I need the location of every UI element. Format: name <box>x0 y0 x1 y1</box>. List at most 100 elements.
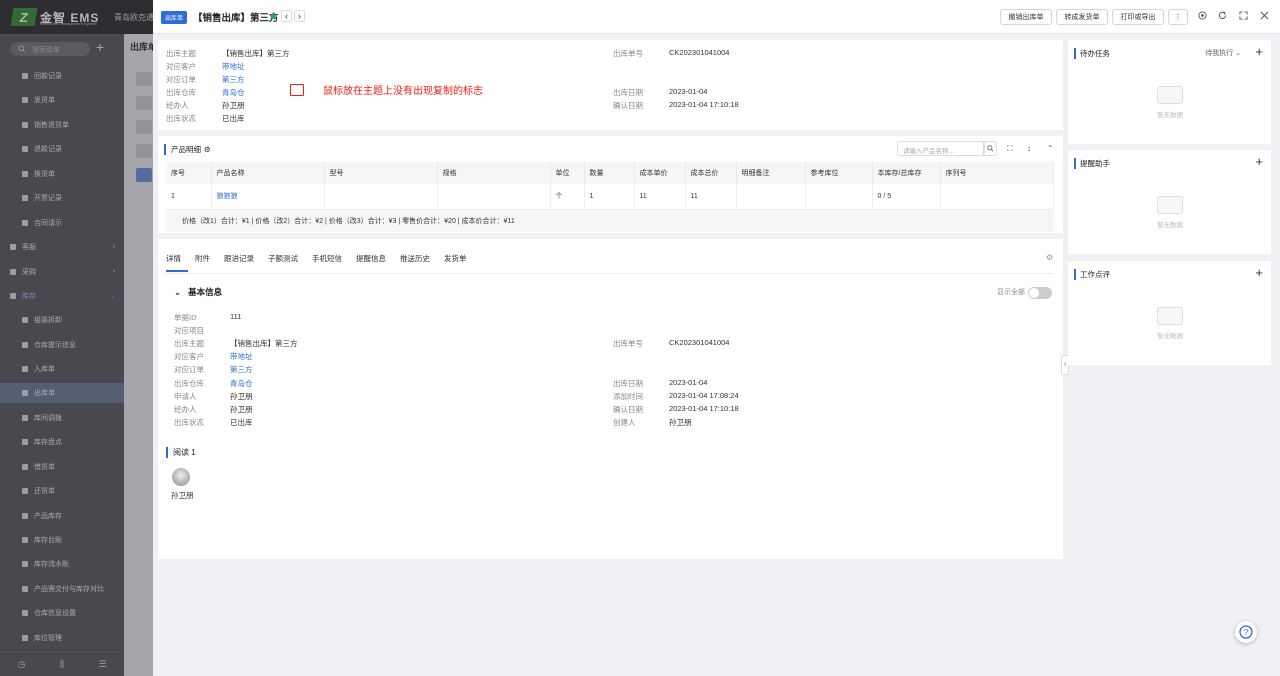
sort-icon[interactable]: ↕ <box>1027 144 1031 153</box>
outbound-no-value: CK202301041004 <box>669 48 730 57</box>
fullscreen-icon[interactable]: ⛶ <box>1007 144 1013 154</box>
confirm-date-value: 2023-01-04 17:10:18 <box>669 404 739 413</box>
prev-record-button[interactable]: ‹ <box>281 10 292 22</box>
revoke-outbound-button[interactable]: 撤销出库单 <box>1000 9 1052 25</box>
column-header: 成本总价 <box>685 162 737 184</box>
help-icon[interactable]: ? <box>1235 621 1257 643</box>
search-icon[interactable] <box>983 141 997 156</box>
applicant-value: 孙卫朋 <box>230 392 253 401</box>
field-label: 经办人 <box>174 405 197 414</box>
section-basic-info[interactable]: ⌄ 基本信息 <box>174 286 222 298</box>
tab-follow-up[interactable]: 跟进记录 <box>217 253 261 272</box>
reminder-title: 提醒助手 <box>1074 158 1110 169</box>
order-link[interactable]: 第三方 <box>230 364 253 375</box>
reader-name: 孙卫朋 <box>171 491 194 500</box>
table-cell <box>736 184 806 210</box>
table-cell <box>324 184 438 210</box>
field-label: 单据ID <box>174 313 197 322</box>
todo-panel: 待办任务 待我执行 ⌄ + 暂无数据 <box>1068 40 1271 144</box>
product-name-link[interactable]: 狼狼狼 <box>211 184 325 210</box>
todo-title: 待办任务 <box>1074 48 1110 59</box>
column-header: 单位 <box>550 162 585 184</box>
field-label: 出库仓库 <box>166 88 196 97</box>
added-time-value: 2023-01-04 17:08:24 <box>669 391 739 400</box>
refresh-icon[interactable] <box>1218 11 1227 22</box>
review-title: 工作点评 <box>1074 269 1110 280</box>
field-label: 出库主题 <box>174 339 204 348</box>
show-all-toggle[interactable] <box>1028 287 1052 299</box>
field-label: 申请人 <box>174 392 197 401</box>
drawer-title: 【销售出库】第三方 <box>193 13 279 24</box>
column-header: 成本单价 <box>634 162 686 184</box>
subject-value[interactable]: 【销售出库】第三方 <box>222 48 290 59</box>
outbound-no-value: CK202301041004 <box>669 338 730 347</box>
column-header: 产品名称 <box>211 162 325 184</box>
tab-delivery[interactable]: 发货单 <box>437 253 474 272</box>
table-cell <box>940 184 1054 210</box>
add-review-button[interactable]: + <box>1255 265 1263 280</box>
status-value: 已出库 <box>230 418 253 427</box>
table-cell <box>805 184 873 210</box>
product-search-input[interactable]: 请输入产品名称... <box>897 141 985 156</box>
reads-title: 阅读 1 <box>166 447 196 458</box>
field-label: 确认日期 <box>613 101 643 110</box>
field-label: 对应订单 <box>166 75 196 84</box>
warehouse-link[interactable]: 青岛仓 <box>222 87 245 98</box>
column-header: 序列号 <box>940 162 1054 184</box>
field-label: 添加时间 <box>613 392 643 401</box>
tab-sub-test[interactable]: 子额测试 <box>261 253 305 272</box>
table-cell <box>437 184 551 210</box>
tab-details[interactable]: 详情 <box>166 253 188 272</box>
table-cell: 1 <box>166 184 212 210</box>
column-header: 明细备注 <box>736 162 806 184</box>
more-icon[interactable]: ⋮ <box>1168 9 1188 25</box>
avatar[interactable] <box>172 468 190 486</box>
tab-attachments[interactable]: 附件 <box>188 253 217 272</box>
todo-filter-select[interactable]: 待我执行 ⌄ <box>1205 48 1241 58</box>
empty-state: 暂无数据 <box>1148 307 1192 340</box>
settings-icon[interactable]: ⚙ <box>1046 253 1053 262</box>
customer-link[interactable]: 带地址 <box>222 61 245 72</box>
drawer-header: 出库单 【销售出库】第三方 ‹ › 撤销出库单 转成发货单 打印或导出 ⋮ <box>153 0 1280 34</box>
chevron-down-icon: ⌄ <box>174 286 182 297</box>
handler-value: 孙卫朋 <box>222 101 245 110</box>
chevron-up-icon[interactable]: ⌃ <box>1047 144 1054 153</box>
doc-type-tag: 出库单 <box>161 11 188 24</box>
creator-value: 孙卫朋 <box>669 418 692 427</box>
customer-link[interactable]: 带地址 <box>230 351 253 362</box>
tab-sms[interactable]: 手机短信 <box>305 253 349 272</box>
reminder-panel: 提醒助手 + 暂无数据 <box>1068 150 1271 254</box>
annotation-note: 鼠标放在主题上没有出现复制的标志 <box>323 86 483 97</box>
next-record-button[interactable]: › <box>294 10 305 22</box>
fullscreen-icon[interactable] <box>1239 11 1248 22</box>
empty-inbox-icon <box>1157 196 1183 214</box>
order-link[interactable]: 第三方 <box>222 74 245 85</box>
close-icon[interactable] <box>1260 11 1269 22</box>
field-label: 对应项目 <box>174 326 204 335</box>
show-all-label: 显示全部 <box>997 289 1025 296</box>
settings-icon[interactable]: ⚙ <box>204 145 211 154</box>
detail-tabs: 详情 附件 跟进记录 子额测试 手机短信 提醒信息 推送历史 发货单 <box>166 253 474 272</box>
add-todo-button[interactable]: + <box>1255 44 1263 59</box>
field-label: 出库日期 <box>613 379 643 388</box>
table-cell: 个 <box>550 184 585 210</box>
convert-delivery-button[interactable]: 转成发货单 <box>1056 9 1108 25</box>
status-value: 已出库 <box>222 114 245 123</box>
outbound-date-value: 2023-01-04 <box>669 87 708 96</box>
empty-inbox-icon <box>1157 86 1183 104</box>
add-reminder-button[interactable]: + <box>1255 154 1263 169</box>
tab-push-history[interactable]: 推送历史 <box>393 253 437 272</box>
home-icon[interactable] <box>269 12 277 20</box>
annotation-highlight-box <box>290 84 304 96</box>
tab-reminders[interactable]: 提醒信息 <box>349 253 393 272</box>
warehouse-link[interactable]: 青岛仓 <box>230 378 253 389</box>
doc-id-value: 111 <box>230 312 242 321</box>
column-header: 序号 <box>166 162 212 184</box>
empty-inbox-icon <box>1157 307 1183 325</box>
column-header: 规格 <box>437 162 551 184</box>
outbound-detail-drawer: 出库单 【销售出库】第三方 ‹ › 撤销出库单 转成发货单 打印或导出 ⋮ 出库… <box>153 0 1280 676</box>
table-cell: 1 <box>584 184 635 210</box>
print-export-button[interactable]: 打印或导出 <box>1112 9 1164 25</box>
subject-value: 【销售出库】第三方 <box>230 339 298 348</box>
target-icon[interactable] <box>1198 11 1207 22</box>
